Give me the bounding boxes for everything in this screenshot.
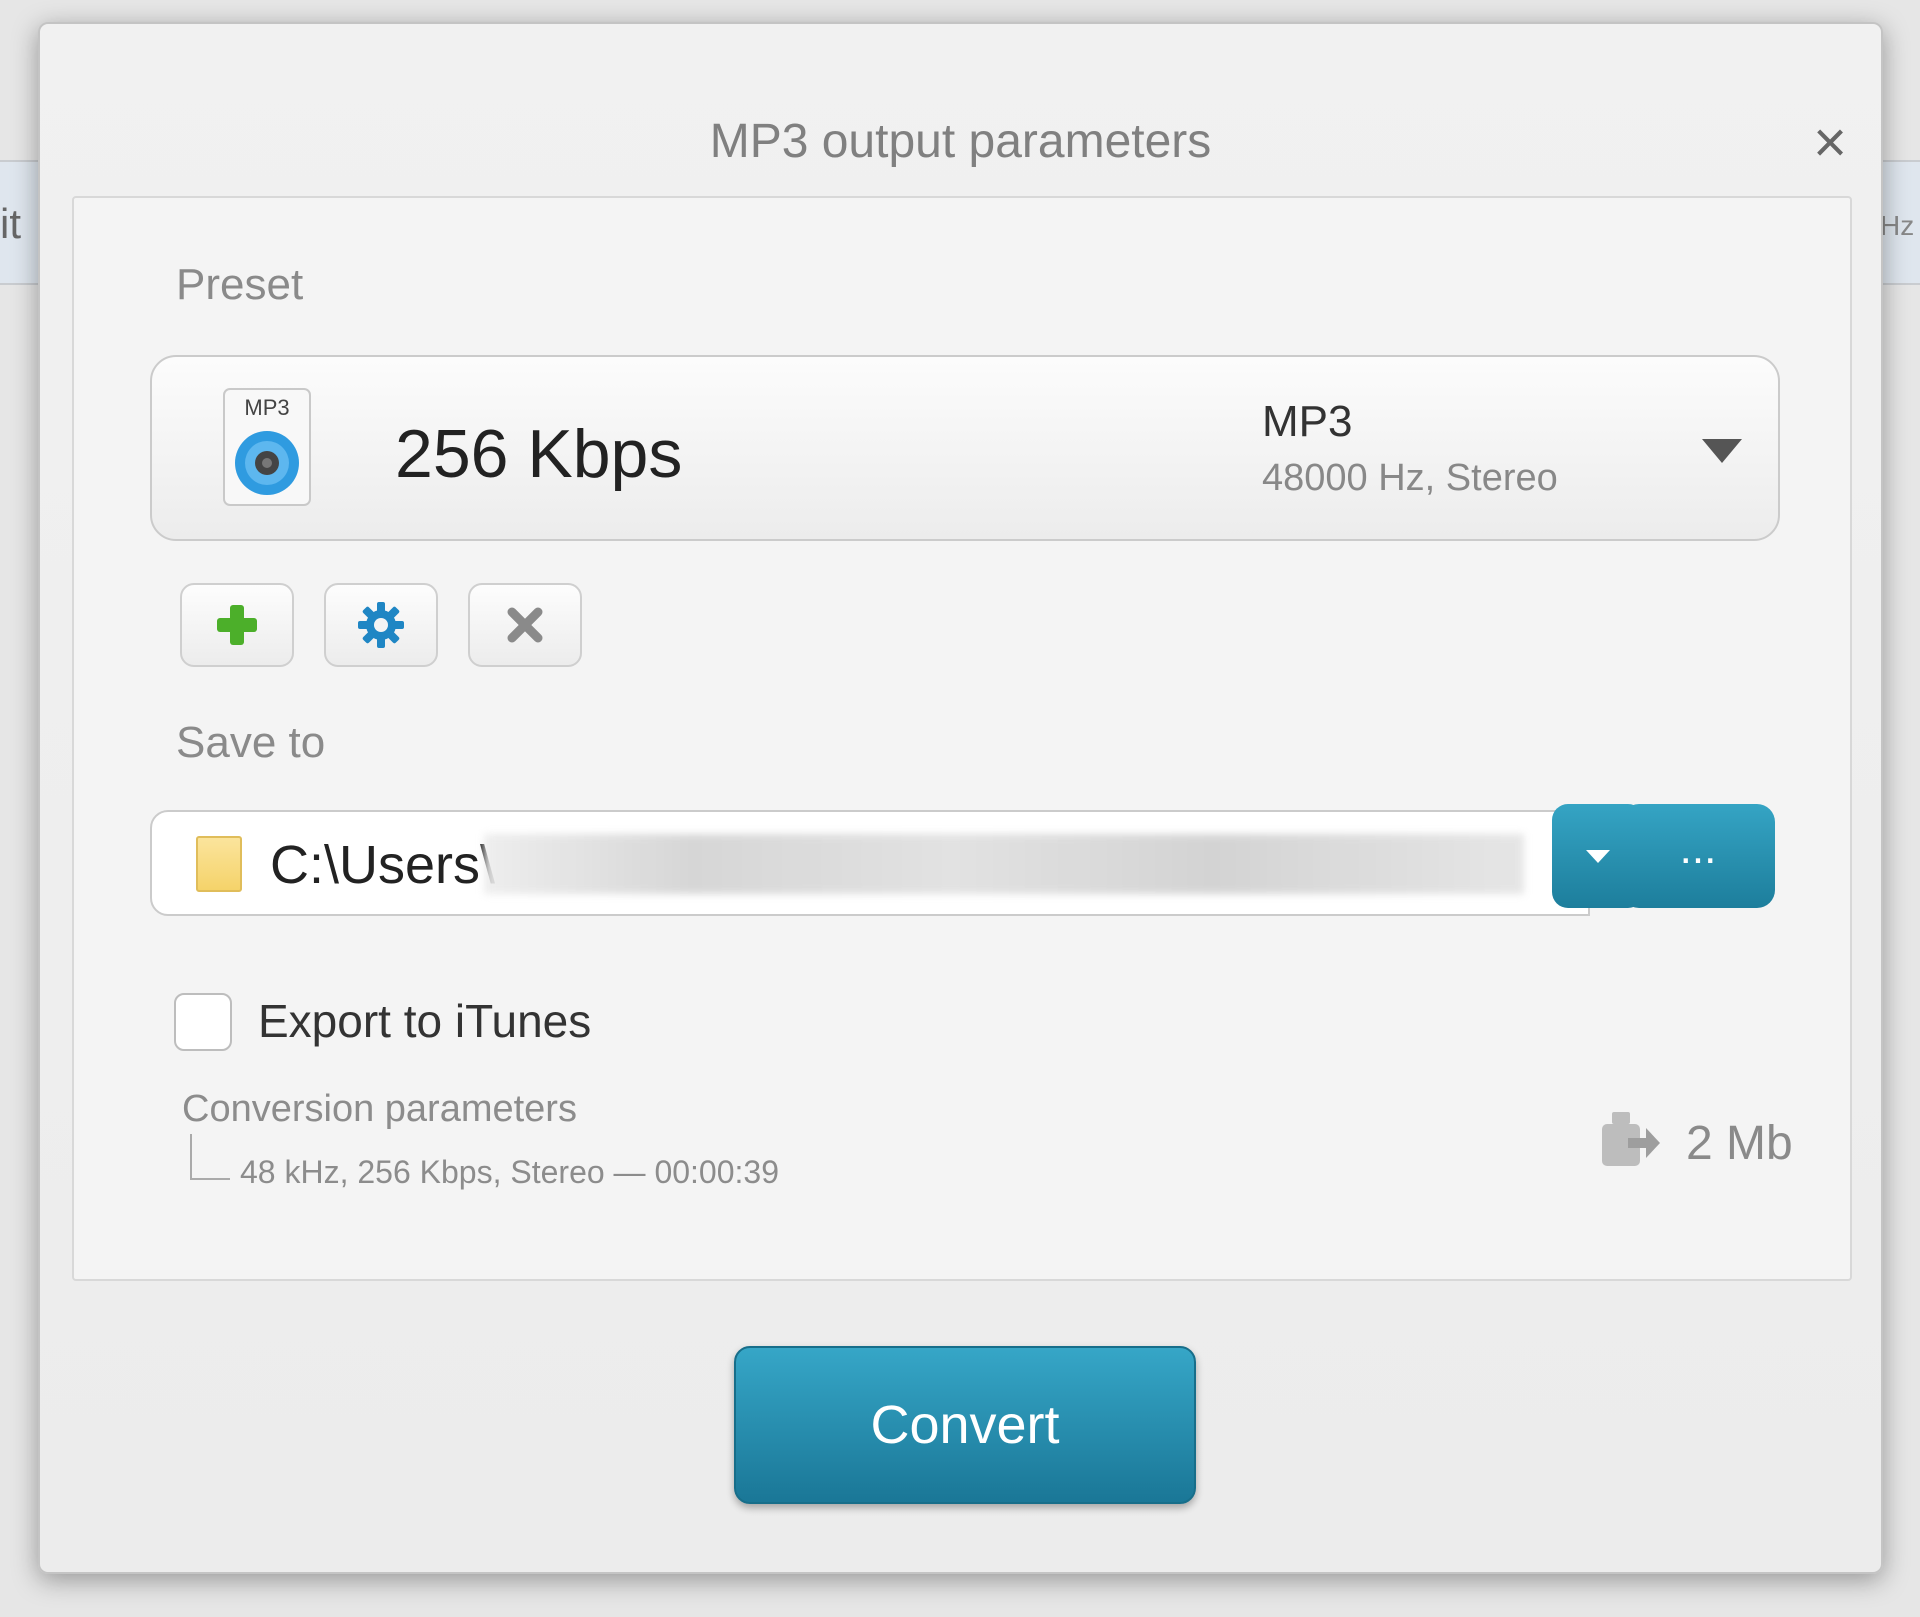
folder-icon <box>196 836 242 892</box>
output-size: 2 Mb <box>1686 1117 1793 1170</box>
preset-settings-button[interactable] <box>324 583 438 667</box>
background-text-right: Hz <box>1880 210 1915 241</box>
plus-icon <box>217 605 257 645</box>
mp3-file-icon: MP3 <box>223 388 311 506</box>
export-itunes-checkbox[interactable] <box>174 993 232 1051</box>
preset-label: Preset <box>176 260 304 309</box>
convert-button[interactable]: Convert <box>734 1346 1196 1504</box>
close-icon[interactable]: × <box>1802 110 1858 175</box>
mp3-icon-text: MP3 <box>244 395 289 420</box>
conversion-parameters-title: Conversion parameters <box>182 1088 577 1130</box>
export-itunes-label[interactable]: Export to iTunes <box>258 994 591 1048</box>
preset-name: 256 Kbps <box>395 416 683 492</box>
background-text-left: it <box>0 200 21 247</box>
browse-button[interactable]: ... <box>1621 804 1775 908</box>
chevron-down-icon <box>1702 439 1742 463</box>
save-path-text: C:\Users\ <box>270 835 496 895</box>
conversion-parameters-details: 48 kHz, 256 Kbps, Stereo — 00:00:39 <box>240 1154 779 1190</box>
gear-icon <box>358 602 404 648</box>
x-icon <box>507 607 543 643</box>
mp3-output-parameters-dialog: MP3 output parameters × Preset MP3 256 K… <box>38 22 1883 1574</box>
chevron-down-icon <box>1586 849 1610 863</box>
preset-details: 48000 Hz, Stereo <box>1262 457 1558 499</box>
add-preset-button[interactable] <box>180 583 294 667</box>
preset-format: MP3 <box>1262 397 1353 446</box>
save-to-label: Save to <box>176 718 326 767</box>
dialog-title: MP3 output parameters <box>709 115 1212 168</box>
delete-preset-button[interactable] <box>468 583 582 667</box>
tree-connector <box>190 1134 230 1180</box>
save-path-field[interactable]: C:\Users\ <box>150 810 1590 916</box>
preset-selector[interactable]: MP3 256 Kbps MP3 48000 Hz, Stereo <box>150 355 1780 541</box>
close-glyph: × <box>1813 109 1847 175</box>
export-size-icon <box>1602 1112 1660 1166</box>
settings-panel: Preset MP3 256 Kbps MP3 48000 Hz, Stereo <box>72 196 1852 1281</box>
redacted-path-region <box>484 834 1524 894</box>
